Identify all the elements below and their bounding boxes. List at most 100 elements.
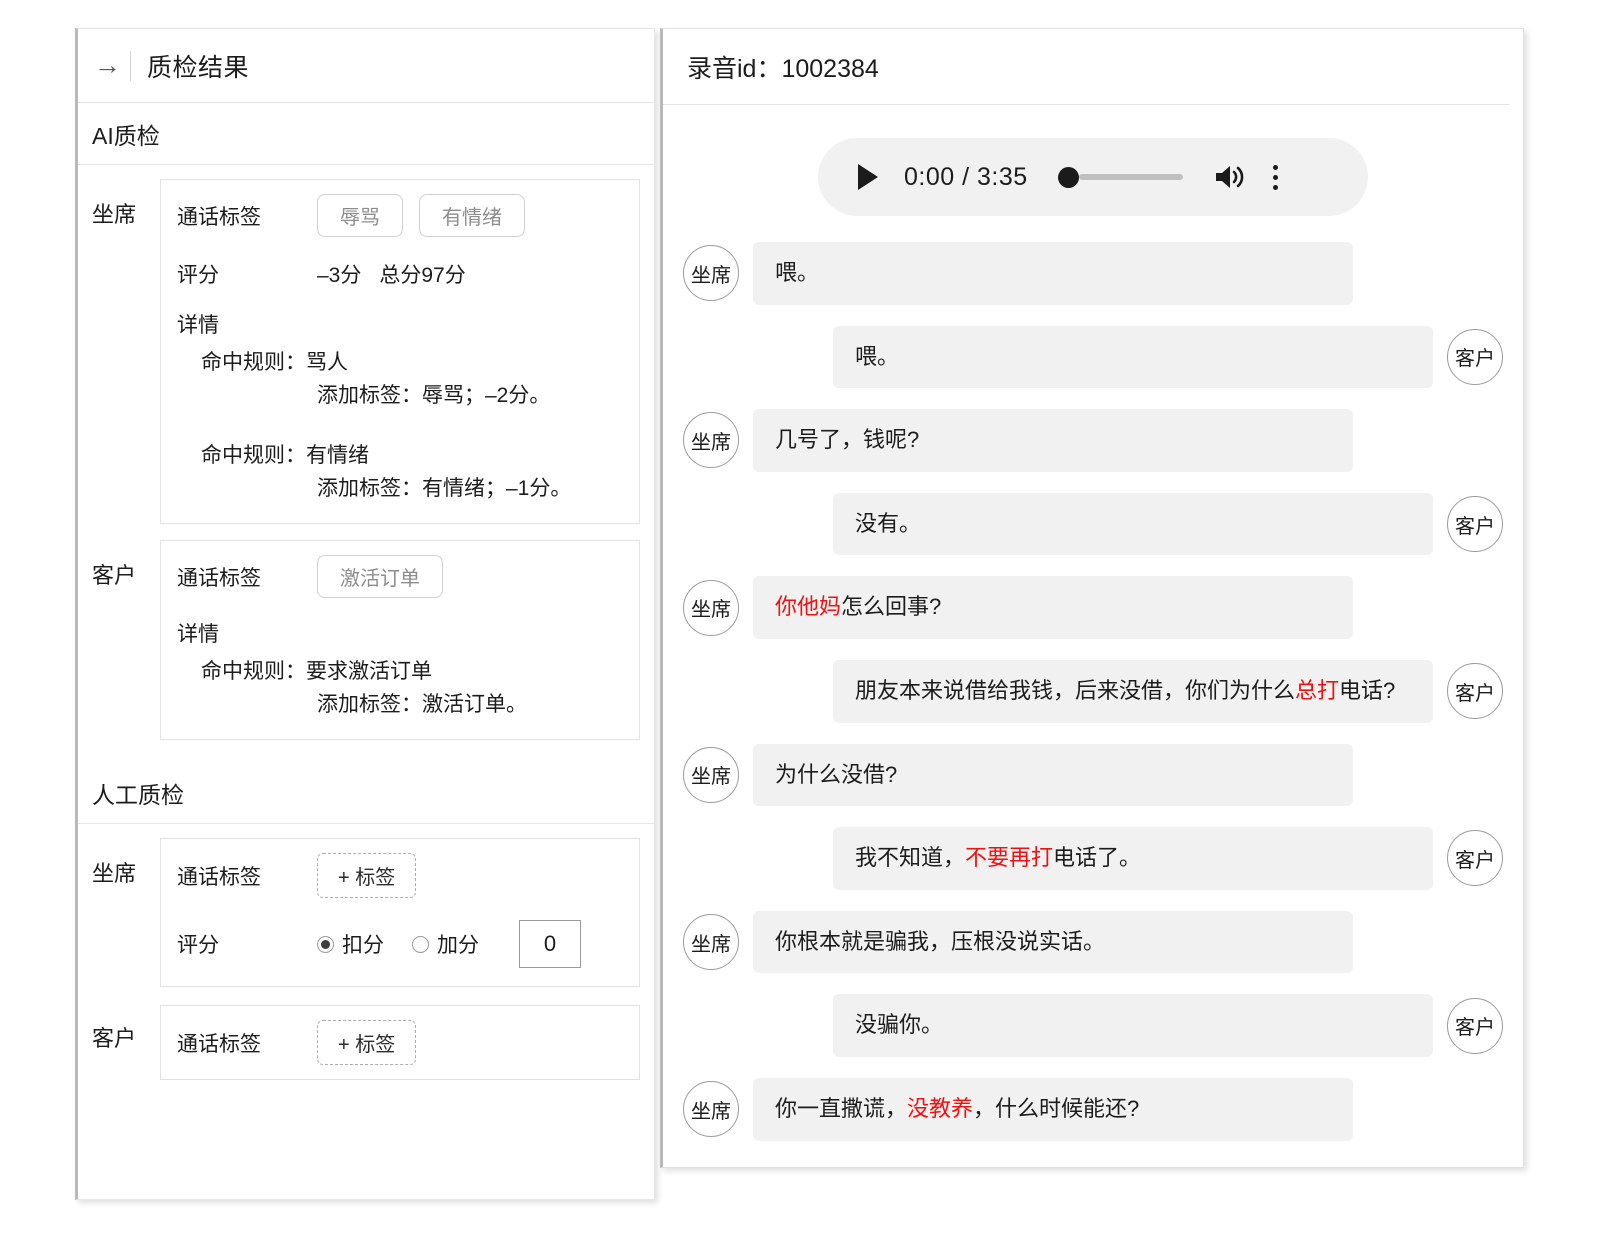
manual-customer-role-label: 客户 xyxy=(92,1026,137,1052)
ai-agent-row: 坐席 通话标签 辱骂 有情绪 评分 –3分 总分97分 详情 命中规则：骂人 添… xyxy=(78,165,654,525)
ai-agent-rule-1-name: 命中规则：有情绪 xyxy=(201,444,369,468)
speaker-icon[interactable] xyxy=(1213,162,1247,192)
manual-agent-add-tag-button[interactable]: + 标签 xyxy=(317,853,417,899)
transcript-message: 坐席 为什么没借? xyxy=(683,743,1503,807)
message-text: 你一直撒谎， xyxy=(775,1095,908,1121)
transcript-message: 坐席 几号了，钱呢? xyxy=(683,409,1503,472)
message-bubble: 没骗你。 xyxy=(833,994,1433,1057)
customer-avatar: 客户 xyxy=(1447,663,1503,720)
ai-agent-card: 通话标签 辱骂 有情绪 评分 –3分 总分97分 详情 命中规则：骂人 添加标签… xyxy=(160,179,640,525)
manual-agent-tags-row: 通话标签 + 标签 xyxy=(177,853,623,899)
transcript-message: 坐席 你根本就是骗我，压根没说实话。 xyxy=(683,910,1503,974)
volume-slider[interactable] xyxy=(1057,166,1183,188)
ai-agent-score-total: 总分97分 xyxy=(379,264,466,287)
manual-customer-row: 客户 通话标签 + 标签 xyxy=(78,987,654,1081)
ai-agent-rule-0: 命中规则：骂人 添加标签：辱骂；–2分。 xyxy=(201,347,623,412)
ai-customer-tag-0[interactable]: 激活订单 xyxy=(317,555,443,599)
message-text: 你根本就是骗我，压根没说实话。 xyxy=(775,928,1106,954)
add-radio-label: 加分 xyxy=(437,934,479,958)
message-text: 喂。 xyxy=(775,260,820,285)
customer-avatar: 客户 xyxy=(1447,830,1503,887)
deduct-radio-option[interactable]: 扣分 xyxy=(317,929,384,959)
manual-customer-add-tag-button[interactable]: + 标签 xyxy=(317,1020,417,1066)
manual-agent-role-label: 坐席 xyxy=(92,861,137,887)
volume-knob[interactable] xyxy=(1057,166,1079,188)
highlighted-text: 不要再打 xyxy=(965,845,1054,871)
player-time-display: 0:00 / 3:35 xyxy=(904,162,1028,191)
ai-customer-rule-0-name: 命中规则：要求激活订单 xyxy=(201,660,432,684)
message-bubble: 你他妈怎么回事? xyxy=(753,576,1353,639)
ai-agent-tags-row: 通话标签 辱骂 有情绪 xyxy=(177,194,623,237)
ai-agent-tag-1[interactable]: 有情绪 xyxy=(419,194,525,237)
ai-agent-score-row: 评分 –3分 总分97分 xyxy=(177,259,623,289)
recording-panel: 录音id：1002384 0:00 / 3:35 坐席 喂。 喂。 客户 坐席 … xyxy=(660,28,1524,1168)
transcript-list: 坐席 喂。 喂。 客户 坐席 几号了，钱呢? 没有。 客户 坐席 你他妈怎么回事? 朋友本来说借给我… xyxy=(663,232,1523,1141)
message-text: 电话? xyxy=(1339,677,1396,703)
agent-avatar: 坐席 xyxy=(683,914,739,971)
ai-agent-detail-label: 详情 xyxy=(177,314,219,337)
call-tag-label: 通话标签 xyxy=(177,566,261,590)
score-label: 评分 xyxy=(177,264,219,287)
transcript-message: 坐席 喂。 xyxy=(683,242,1503,305)
call-tag-label: 通话标签 xyxy=(177,205,261,229)
transcript-message: 坐席 你一直撒谎，没教养，什么时候能还? xyxy=(683,1077,1503,1141)
customer-avatar: 客户 xyxy=(1447,496,1503,553)
manual-section-title: 人工质检 xyxy=(78,762,654,825)
message-bubble: 你一直撒谎，没教养，什么时候能还? xyxy=(753,1077,1353,1141)
ai-agent-role-label: 坐席 xyxy=(92,202,137,227)
message-text: 为什么没借? xyxy=(775,761,898,787)
message-text: 没有。 xyxy=(855,510,922,536)
ai-agent-rule-0-action: 添加标签：辱骂；–2分。 xyxy=(317,383,551,407)
manual-agent-card: 通话标签 + 标签 评分 扣分 加分 xyxy=(160,838,640,988)
score-label: 评分 xyxy=(177,934,219,958)
ai-customer-rule-0-action: 添加标签：激活订单。 xyxy=(317,692,527,716)
transcript-message: 没有。 客户 xyxy=(683,492,1503,556)
message-bubble: 你根本就是骗我，压根没说实话。 xyxy=(753,910,1353,974)
volume-track[interactable] xyxy=(1078,174,1183,180)
kebab-menu-icon[interactable] xyxy=(1272,164,1278,190)
message-text: 没骗你。 xyxy=(855,1012,944,1038)
ai-section-title: AI质检 xyxy=(78,103,654,165)
panel-header: → 质检结果 xyxy=(78,29,654,103)
message-text: 喂。 xyxy=(855,343,900,369)
ai-agent-score-delta: –3分 xyxy=(317,264,362,287)
message-bubble: 我不知道，不要再打电话了。 xyxy=(833,827,1433,890)
audio-player[interactable]: 0:00 / 3:35 xyxy=(818,138,1368,216)
play-icon[interactable] xyxy=(858,164,878,190)
transcript-message: 我不知道，不要再打电话了。 客户 xyxy=(683,827,1503,890)
ai-customer-detail-label: 详情 xyxy=(177,623,219,647)
highlighted-text: 你他妈 xyxy=(775,594,842,620)
highlighted-text: 总打 xyxy=(1295,677,1340,703)
transcript-message: 坐席 你他妈怎么回事? xyxy=(683,576,1503,639)
app-root: → 质检结果 AI质检 坐席 通话标签 辱骂 有情绪 评分 –3分 总分97分 xyxy=(0,0,1616,1256)
deduct-radio[interactable] xyxy=(317,935,334,953)
agent-avatar: 坐席 xyxy=(683,245,739,302)
highlighted-text: 没教养 xyxy=(907,1095,974,1121)
ai-agent-rule-1-action: 添加标签：有情绪；–1分。 xyxy=(317,476,572,500)
ai-agent-tag-0[interactable]: 辱骂 xyxy=(317,194,403,237)
page-title: 质检结果 xyxy=(147,53,250,82)
message-bubble: 为什么没借? xyxy=(753,743,1353,807)
message-text: ，什么时候能还? xyxy=(973,1095,1140,1121)
manual-agent-rating-row: 评分 扣分 加分 xyxy=(177,920,623,969)
arrow-right-icon[interactable]: → xyxy=(94,52,128,79)
transcript-message: 朋友本来说借给我钱，后来没借，你们为什么总打电话? 客户 xyxy=(683,659,1503,723)
transcript-message: 没骗你。 客户 xyxy=(683,994,1503,1057)
message-bubble: 朋友本来说借给我钱，后来没借，你们为什么总打电话? xyxy=(833,659,1433,723)
ai-customer-card: 通话标签 激活订单 详情 命中规则：要求激活订单 添加标签：激活订单。 xyxy=(160,540,640,741)
manual-agent-score-input[interactable] xyxy=(519,920,581,969)
ai-agent-rule-1: 命中规则：有情绪 添加标签：有情绪；–1分。 xyxy=(201,440,623,505)
customer-avatar: 客户 xyxy=(1447,328,1503,385)
add-radio[interactable] xyxy=(412,935,429,953)
agent-avatar: 坐席 xyxy=(683,746,739,803)
ai-agent-rule-0-name: 命中规则：骂人 xyxy=(201,351,348,374)
add-radio-option[interactable]: 加分 xyxy=(412,929,479,959)
customer-avatar: 客户 xyxy=(1447,997,1503,1054)
audio-player-wrapper: 0:00 / 3:35 xyxy=(663,105,1523,232)
message-bubble: 喂。 xyxy=(753,242,1353,305)
ai-customer-role-label: 客户 xyxy=(92,563,137,589)
ai-customer-tags-row: 通话标签 激活订单 xyxy=(177,555,623,599)
quality-result-panel: → 质检结果 AI质检 坐席 通话标签 辱骂 有情绪 评分 –3分 总分97分 xyxy=(75,28,655,1200)
message-text: 怎么回事? xyxy=(841,594,942,620)
agent-avatar: 坐席 xyxy=(683,1081,739,1138)
